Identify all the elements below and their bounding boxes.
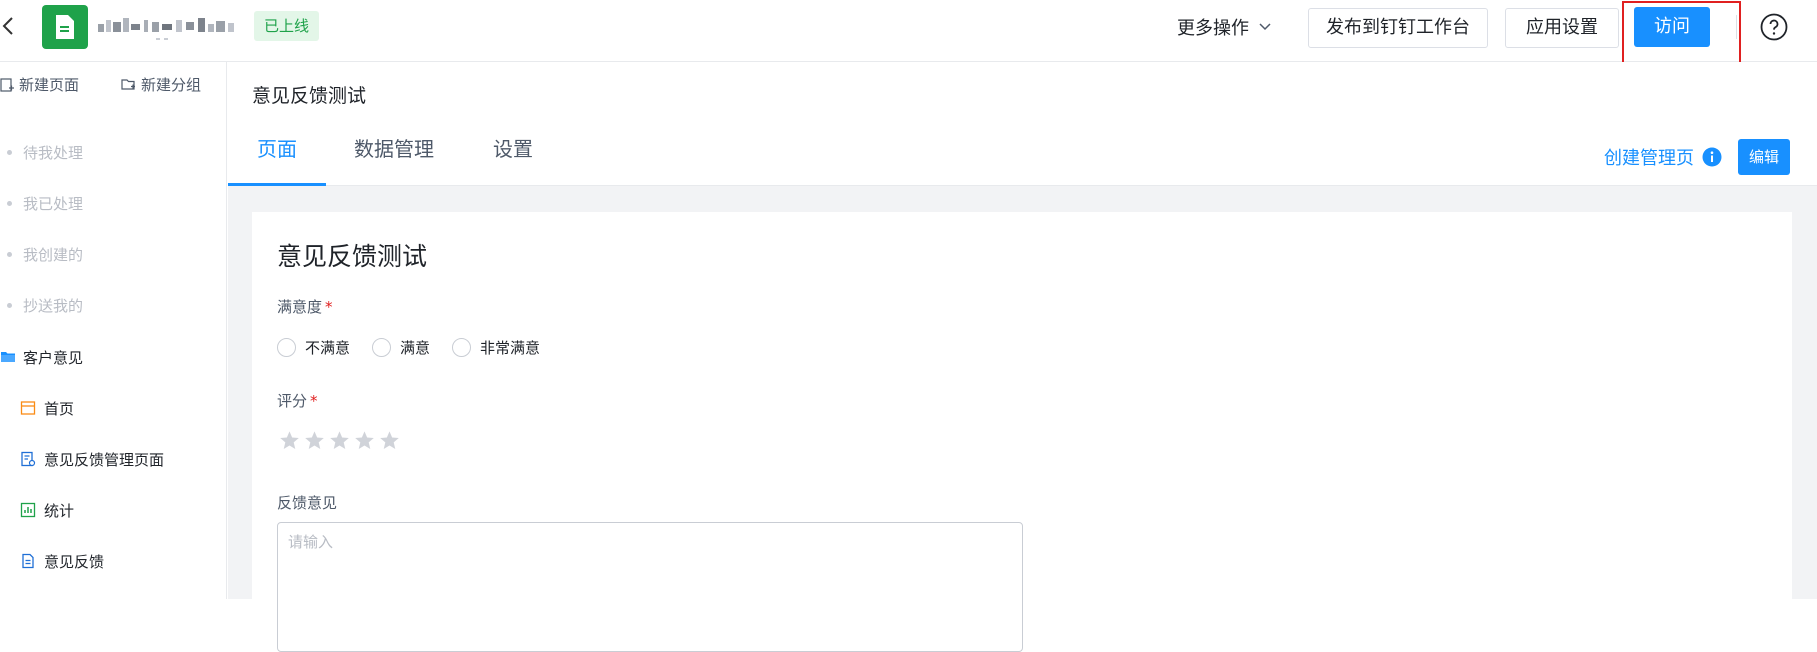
manage-page-icon [21, 451, 36, 467]
required-mark: * [310, 392, 318, 410]
create-manage-page-link[interactable]: 创建管理页 [1604, 144, 1722, 170]
bullet-dot [7, 200, 12, 206]
radio-label: 满意 [400, 339, 431, 357]
edit-button[interactable]: 编辑 [1738, 139, 1790, 175]
sidebar-item-label: 意见反馈管理页面 [44, 450, 165, 469]
main-header: 意见反馈测试 页面 数据管理 设置 创建管理页 编辑 [228, 62, 1817, 186]
rating-label-text: 评分 [277, 392, 308, 410]
sidebar-group-label: 客户意见 [23, 348, 84, 367]
sidebar-item-home[interactable]: 首页 [0, 390, 227, 426]
new-group-button[interactable]: 新建分组 [121, 74, 201, 95]
top-bar: 已上线 更多操作 发布到钉钉工作台 应用设置 访问 [0, 0, 1817, 78]
info-icon[interactable] [1702, 147, 1722, 167]
page-title: 意见反馈测试 [252, 85, 367, 107]
app-name-obscured [98, 18, 234, 40]
chart-icon [20, 502, 36, 518]
new-group-label: 新建分组 [141, 76, 202, 94]
sidebar-item-label: 抄送我的 [23, 296, 84, 315]
radio-circle[interactable] [452, 338, 472, 357]
create-manage-page-label: 创建管理页 [1604, 148, 1694, 169]
help-icon[interactable] [1760, 13, 1788, 41]
radio-label: 非常满意 [480, 339, 541, 357]
visit-button[interactable]: 访问 [1634, 7, 1710, 47]
status-badge: 已上线 [254, 11, 320, 41]
sidebar-item-pending[interactable]: 待我处理 [0, 134, 227, 170]
chevron-down-icon [1259, 23, 1271, 31]
sidebar-item-cc[interactable]: 抄送我的 [0, 287, 227, 323]
sidebar-item-label: 我创建的 [23, 245, 84, 264]
sidebar-group-customer-feedback[interactable]: 客户意见 [0, 339, 227, 375]
layout-icon [20, 401, 36, 415]
tab-data-management[interactable]: 数据管理 [354, 134, 434, 186]
satisfaction-label-text: 满意度 [277, 298, 323, 316]
required-mark: * [325, 298, 333, 316]
bullet-dot [7, 149, 12, 155]
app-logo [42, 5, 88, 49]
satisfaction-label: 满意度 * [277, 296, 333, 317]
divider [1736, 15, 1737, 39]
back-arrow-icon[interactable] [0, 14, 18, 38]
radio-label: 不满意 [305, 339, 351, 357]
form-title: 意见反馈测试 [277, 242, 428, 271]
feedback-textarea[interactable] [277, 522, 1023, 652]
new-page-label: 新建页面 [19, 76, 80, 94]
tab-settings[interactable]: 设置 [493, 134, 533, 186]
publish-dingtalk-button[interactable]: 发布到钉钉工作台 [1308, 8, 1488, 48]
radio-option-satisfied[interactable]: 满意 [372, 337, 430, 358]
rating-stars [279, 430, 400, 451]
sidebar-item-label: 我已处理 [23, 194, 84, 213]
satisfaction-radio-group: 不满意 满意 非常满意 [277, 337, 540, 358]
sidebar-item-manage-page[interactable]: 意见反馈管理页面 [0, 441, 227, 477]
star-icon[interactable] [354, 430, 375, 451]
more-operations-label: 更多操作 [1177, 18, 1249, 39]
sidebar-item-created[interactable]: 我创建的 [0, 236, 227, 272]
sidebar-item-processed[interactable]: 我已处理 [0, 185, 227, 221]
app-settings-button[interactable]: 应用设置 [1505, 8, 1619, 48]
radio-option-dissatisfied[interactable]: 不满意 [277, 337, 350, 358]
star-icon[interactable] [379, 430, 400, 451]
rating-label: 评分 * [277, 390, 318, 411]
document-icon [56, 15, 74, 39]
star-icon[interactable] [304, 430, 325, 451]
new-page-button[interactable]: 新建页面 [0, 74, 79, 95]
star-icon[interactable] [329, 430, 350, 451]
new-folder-icon [121, 79, 135, 90]
feedback-label: 反馈意见 [277, 494, 338, 512]
tab-page[interactable]: 页面 [228, 134, 326, 186]
sidebar-item-label: 意见反馈 [44, 552, 105, 571]
sidebar: 新建页面 新建分组 待我处理 我已处理 我创建的 抄送我的 客户意见 首页 意见… [0, 62, 227, 599]
new-page-icon [0, 77, 14, 92]
radio-circle[interactable] [372, 338, 392, 357]
main-area: 意见反馈测试 页面 数据管理 设置 创建管理页 编辑 意见反馈测试 满意度 * 不… [228, 62, 1817, 652]
radio-option-very-satisfied[interactable]: 非常满意 [452, 337, 540, 358]
bullet-dot [7, 302, 12, 308]
bullet-dot [7, 251, 12, 257]
star-icon[interactable] [279, 430, 300, 451]
form-preview: 意见反馈测试 满意度 * 不满意 满意 非常满意 评分 * 反馈意见 请输入 [252, 212, 1792, 652]
more-operations-dropdown[interactable]: 更多操作 [1177, 13, 1271, 41]
sidebar-item-feedback-form[interactable]: 意见反馈 [0, 543, 227, 579]
folder-icon [1, 352, 15, 362]
radio-circle[interactable] [277, 338, 296, 357]
sidebar-item-label: 待我处理 [23, 143, 84, 162]
sidebar-item-label: 统计 [44, 501, 75, 520]
sidebar-item-statistics[interactable]: 统计 [0, 492, 227, 528]
sidebar-item-label: 首页 [44, 399, 75, 418]
form-doc-icon [22, 553, 34, 569]
